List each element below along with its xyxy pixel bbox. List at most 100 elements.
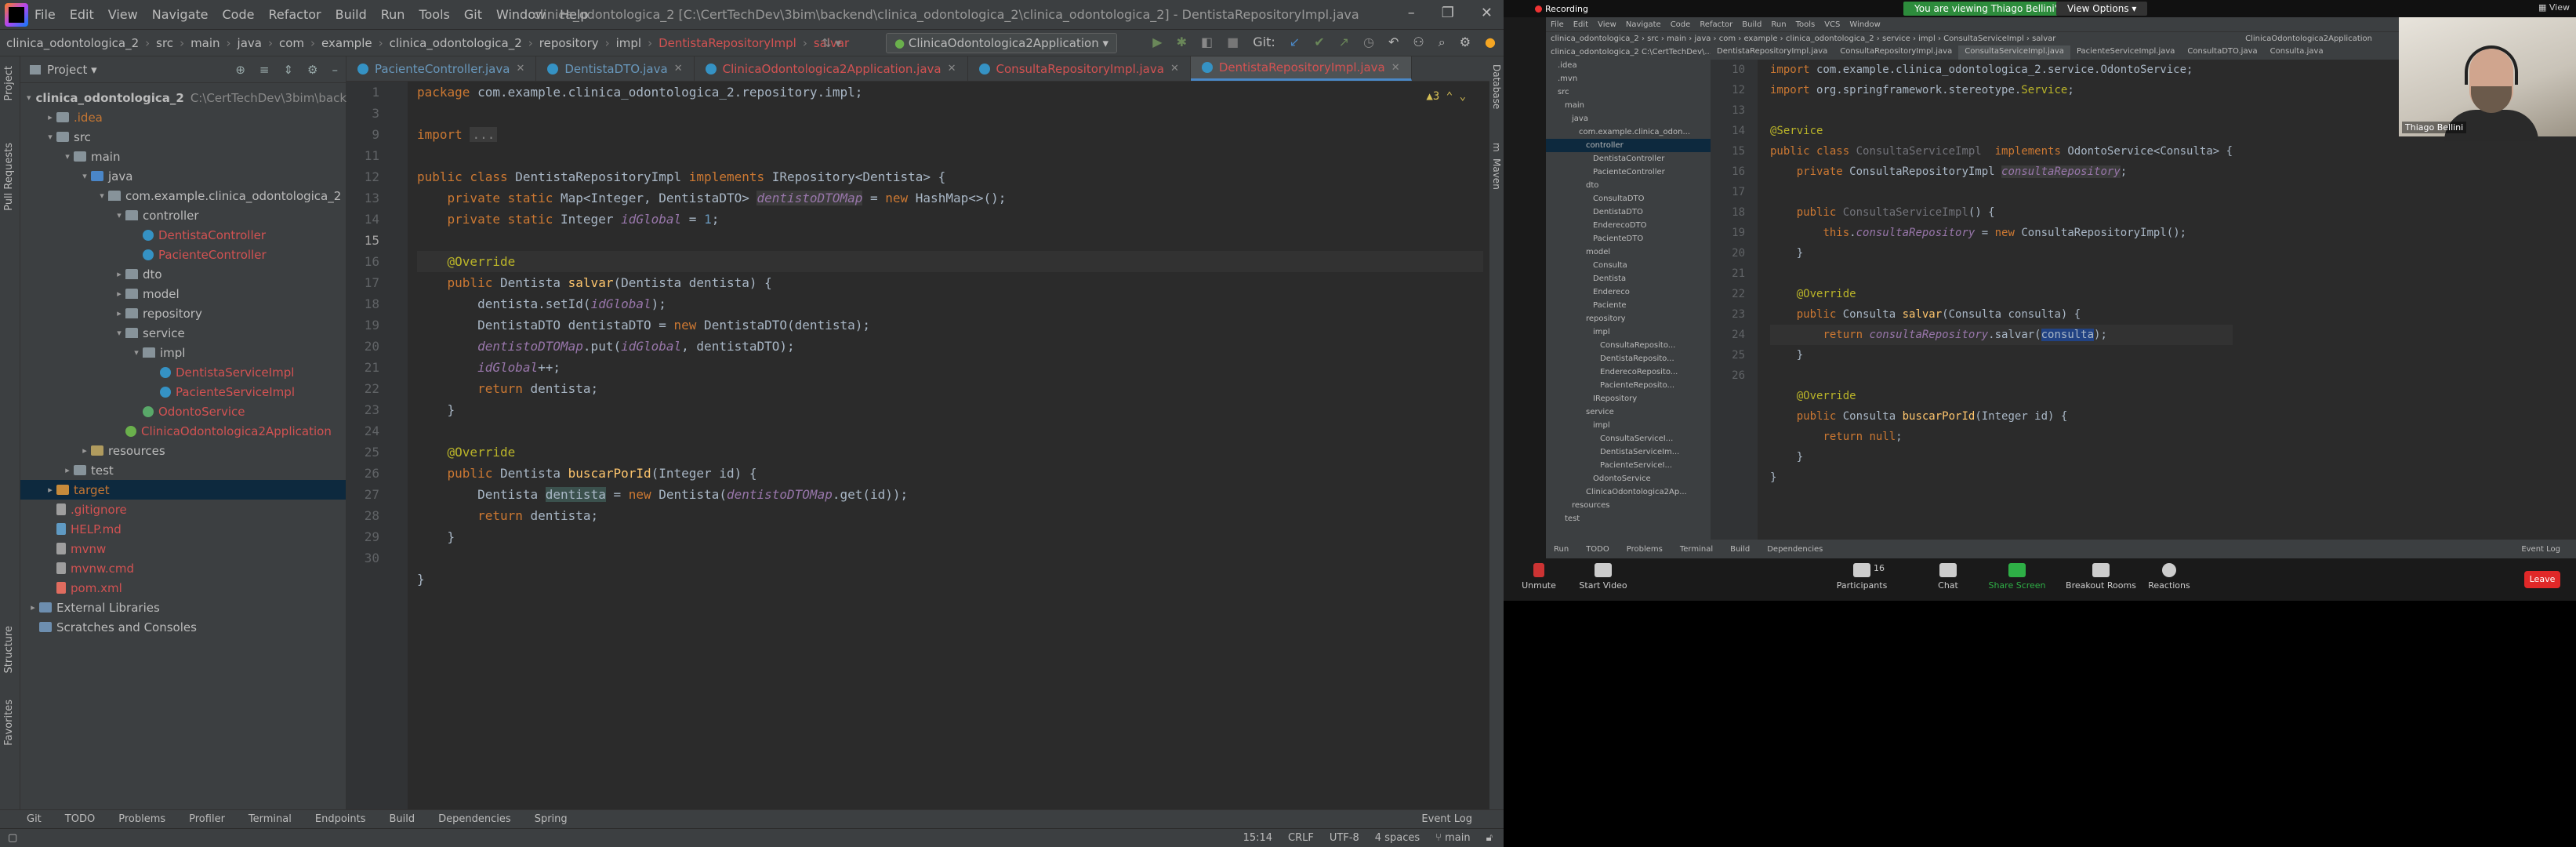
close-tab-icon[interactable]: ✕: [1391, 62, 1400, 74]
chat-button[interactable]: Chat: [1913, 563, 1983, 591]
tool-window-spring[interactable]: Spring: [535, 813, 568, 825]
tree-item[interactable]: PacienteController: [20, 245, 346, 264]
cursor-position[interactable]: 15:14: [1243, 832, 1272, 844]
tree-item[interactable]: DentistaController: [20, 225, 346, 245]
project-panel-title[interactable]: Project: [47, 63, 87, 77]
expand-arrow-icon[interactable]: ▸: [113, 308, 125, 318]
tool-window-endpoints[interactable]: Endpoints: [315, 813, 366, 825]
tree-item[interactable]: HELP.md: [20, 519, 346, 539]
gear-icon[interactable]: ⚙: [307, 63, 317, 77]
git-update-icon[interactable]: ↙: [1290, 35, 1300, 50]
hide-icon[interactable]: –: [332, 63, 339, 77]
menu-item-git[interactable]: Git: [464, 7, 482, 22]
expand-arrow-icon[interactable]: ▸: [113, 289, 125, 299]
search-icon[interactable]: ⌕: [1439, 35, 1446, 50]
tree-item[interactable]: ▸ resources: [20, 441, 346, 460]
tree-item[interactable]: ▸ model: [20, 284, 346, 304]
tree-item[interactable]: ▾ impl: [20, 343, 346, 362]
menu-item-edit[interactable]: Edit: [70, 7, 94, 22]
tree-item[interactable]: PacienteServiceImpl: [20, 382, 346, 402]
breadcrumb-item[interactable]: DentistaRepositoryImpl: [659, 36, 796, 50]
editor-tab[interactable]: DentistaRepositoryImpl.java ✕: [1190, 56, 1412, 81]
git-branch[interactable]: ⑂ main: [1435, 832, 1470, 844]
expand-arrow-icon[interactable]: ▸: [44, 485, 56, 495]
expand-arrow-icon[interactable]: ▾: [27, 93, 31, 103]
close-tab-icon[interactable]: ✕: [948, 63, 956, 75]
line-separator[interactable]: CRLF: [1288, 832, 1314, 844]
tree-item[interactable]: ▾ com.example.clinica_odontologica_2: [20, 186, 346, 205]
menu-item-build[interactable]: Build: [336, 7, 367, 22]
recording-indicator[interactable]: Recording: [1535, 4, 1588, 14]
menu-item-run[interactable]: Run: [381, 7, 405, 22]
tool-window-problems[interactable]: Problems: [118, 813, 165, 825]
breadcrumb-item[interactable]: com: [279, 36, 304, 50]
expand-arrow-icon[interactable]: ▸: [78, 445, 91, 456]
tree-item[interactable]: ▸ repository: [20, 304, 346, 323]
menu-item-tools[interactable]: Tools: [419, 7, 449, 22]
unmute-button[interactable]: Unmute: [1504, 563, 1574, 591]
event-log-button[interactable]: Event Log: [1421, 813, 1472, 825]
breadcrumb-item[interactable]: clinica_odontologica_2: [390, 36, 522, 50]
tree-item[interactable]: ▾ clinica_odontologica_2 C:\CertTechDev\3b…: [20, 88, 368, 107]
tree-item[interactable]: DentistaServiceImpl: [20, 362, 346, 382]
minimize-icon[interactable]: –: [1408, 5, 1415, 21]
tree-item[interactable]: Scratches and Consoles: [20, 617, 346, 637]
tree-item[interactable]: OdontoService: [20, 402, 346, 421]
tool-window-profiler[interactable]: Profiler: [189, 813, 225, 825]
view-toggle[interactable]: ▦ View: [2538, 2, 2570, 13]
participant-video[interactable]: Thiago Bellini: [2399, 17, 2576, 141]
pull-requests-tool-tab[interactable]: Pull Requests: [3, 143, 15, 211]
database-tool-tab[interactable]: Database: [1491, 64, 1502, 109]
vcs-icon[interactable]: ⇅ ▾: [822, 36, 841, 50]
breadcrumb-item[interactable]: src: [156, 36, 173, 50]
close-tab-icon[interactable]: ✕: [516, 63, 524, 75]
structure-tool-tab[interactable]: Structure: [3, 626, 15, 673]
expand-arrow-icon[interactable]: ▸: [27, 602, 39, 613]
history-icon[interactable]: ◷: [1363, 35, 1374, 50]
menu-item-navigate[interactable]: Navigate: [152, 7, 209, 22]
maven-tool-tab[interactable]: Maven: [1491, 158, 1502, 190]
expand-arrow-icon[interactable]: ▾: [96, 191, 108, 201]
tool-window-build[interactable]: Build: [390, 813, 415, 825]
tool-window-terminal[interactable]: Terminal: [249, 813, 292, 825]
start-video-button[interactable]: Start Video: [1568, 563, 1638, 591]
reactions-button[interactable]: Reactions: [2134, 563, 2204, 591]
tree-item[interactable]: ▾ main: [20, 147, 346, 166]
project-tool-tab[interactable]: Project: [3, 66, 15, 100]
m-tool-tab[interactable]: m: [1491, 143, 1502, 152]
menu-item-code[interactable]: Code: [223, 7, 255, 22]
file-encoding[interactable]: UTF-8: [1330, 832, 1359, 844]
expand-arrow-icon[interactable]: ▾: [130, 347, 143, 358]
tree-item[interactable]: ▾ java: [20, 166, 346, 186]
settings-icon[interactable]: ⚙: [1460, 35, 1471, 50]
participants-button[interactable]: Participants 16: [1827, 563, 1897, 591]
tree-item[interactable]: ▸ .idea: [20, 107, 346, 127]
editor-tab[interactable]: DentistaDTO.java ✕: [536, 56, 695, 81]
coverage-icon[interactable]: ◧: [1201, 35, 1213, 50]
locate-icon[interactable]: ⊕: [235, 63, 245, 77]
expand-arrow-icon[interactable]: ▸: [113, 269, 125, 279]
expand-arrow-icon[interactable]: ▾: [44, 132, 56, 142]
breadcrumb-item[interactable]: repository: [539, 36, 599, 50]
tree-item[interactable]: ▸ target: [20, 480, 346, 500]
menu-item-view[interactable]: View: [108, 7, 138, 22]
breadcrumb-item[interactable]: java: [238, 36, 262, 50]
collapse-all-icon[interactable]: ≡: [259, 63, 270, 77]
editor-tab[interactable]: PacienteController.java ✕: [346, 56, 537, 81]
debug-icon[interactable]: ✱: [1177, 35, 1187, 50]
expand-arrow-icon[interactable]: ▾: [78, 171, 91, 181]
tool-window-dependencies[interactable]: Dependencies: [438, 813, 511, 825]
close-tab-icon[interactable]: ✕: [1170, 63, 1179, 75]
run-icon[interactable]: ▶: [1152, 35, 1162, 50]
favorites-tool-tab[interactable]: Favorites: [3, 700, 15, 746]
tree-item[interactable]: ▾ src: [20, 127, 346, 147]
breadcrumb-item[interactable]: example: [321, 36, 372, 50]
breadcrumb-item[interactable]: main: [190, 36, 220, 50]
user-icon[interactable]: ⚇: [1413, 35, 1424, 50]
tree-item[interactable]: ClinicaOdontologica2Application: [20, 421, 346, 441]
run-config-select[interactable]: ● ClinicaOdontologica2Application ▾: [886, 33, 1118, 53]
rollback-icon[interactable]: ↶: [1388, 35, 1399, 50]
maximize-icon[interactable]: ❐: [1442, 5, 1454, 21]
tree-item[interactable]: mvnw: [20, 539, 346, 558]
tool-window-git[interactable]: Git: [27, 813, 42, 825]
